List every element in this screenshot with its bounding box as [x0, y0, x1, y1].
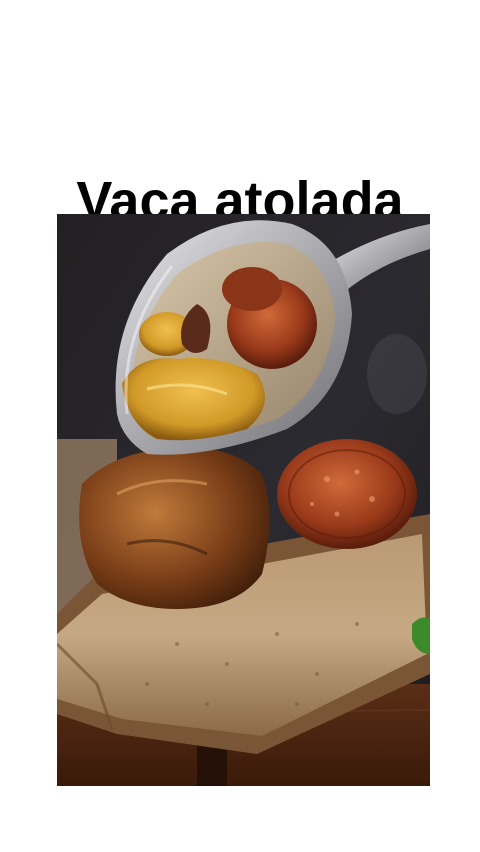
food-photo	[57, 214, 430, 786]
food-photo-illustration	[57, 214, 430, 786]
